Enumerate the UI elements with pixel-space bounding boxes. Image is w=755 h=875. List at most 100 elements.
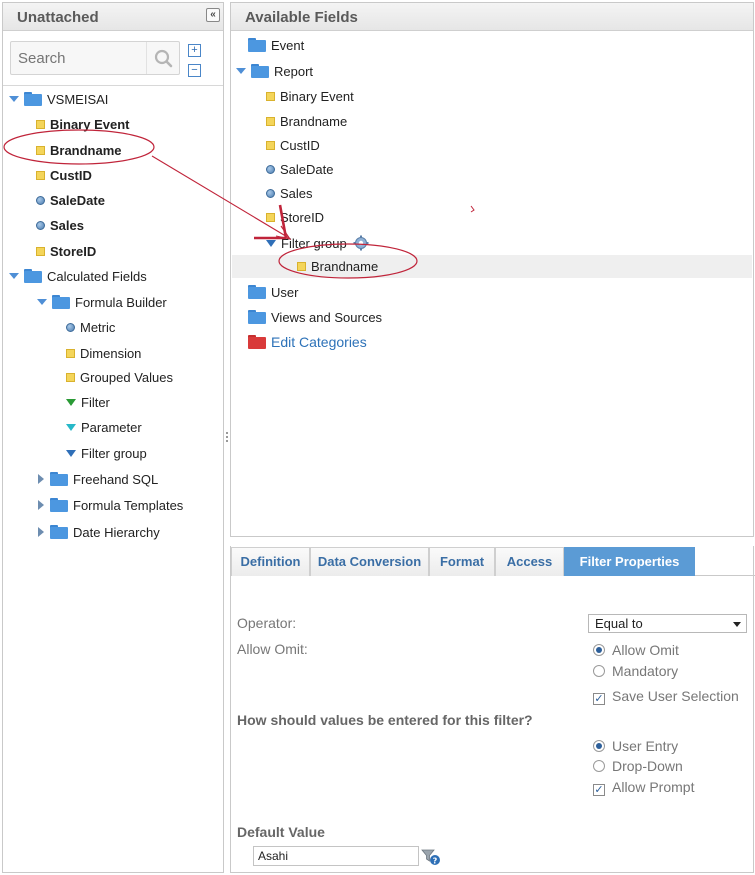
radio-selected-icon (593, 740, 605, 752)
property-tabs: Definition Data Conversion Format Access… (231, 546, 755, 576)
af-folder-event[interactable]: Event (248, 38, 304, 54)
af-item-custid[interactable]: CustID (266, 138, 320, 154)
tree-item-sales[interactable]: Sales (36, 218, 84, 234)
folder-icon (248, 310, 266, 324)
filter-icon (66, 399, 76, 406)
tab-label: Format (439, 554, 485, 569)
tree-item-label: Sales (50, 218, 84, 233)
dimension-icon (266, 117, 275, 126)
folder-icon (248, 285, 266, 299)
tree-item-metric[interactable]: Metric (66, 320, 115, 336)
tree-folder-vsmeisai[interactable]: VSMEISAI (9, 92, 108, 108)
radio-label: Drop-Down (612, 758, 683, 774)
tree-folder-freehand-sql[interactable]: Freehand SQL (38, 472, 158, 488)
folder-icon (251, 64, 269, 78)
af-item-brandname[interactable]: Brandname (266, 114, 347, 130)
unattached-panel: Unattached « + − VSMEISAI Binary Event B… (2, 2, 224, 873)
properties-panel: Definition Data Conversion Format Access… (230, 546, 755, 873)
tree-folder-calculated-fields[interactable]: Calculated Fields (9, 269, 147, 285)
checkbox-label: Allow Prompt (612, 779, 695, 795)
grouped-values-icon (66, 373, 75, 382)
available-fields-panel: Available Fields Event Report Binary Eve… (230, 2, 754, 537)
af-item-filter-group[interactable]: Filter group (266, 235, 369, 252)
tab-label: Access (506, 554, 553, 569)
expand-all-icon[interactable]: + (188, 44, 201, 57)
tree-item-brandname[interactable]: Brandname (36, 143, 122, 159)
af-folder-report[interactable]: Report (236, 64, 313, 80)
af-item-filter-group-brandname[interactable]: Brandname (297, 259, 378, 275)
filter-group-icon (66, 450, 76, 457)
tree-item-saledate[interactable]: SaleDate (36, 193, 105, 209)
filter-help-icon[interactable]: ? (421, 848, 441, 866)
allow-prompt-checkbox[interactable]: ✓ Allow Prompt (593, 779, 694, 796)
search-input[interactable] (11, 42, 146, 74)
radio-label: Mandatory (612, 663, 679, 679)
collapse-panel-icon[interactable]: « (206, 8, 220, 22)
operator-select[interactable]: Equal to (588, 614, 747, 633)
tab-label: Definition (240, 554, 301, 569)
tree-item-storeid[interactable]: StoreID (36, 244, 96, 260)
folder-label: VSMEISAI (47, 92, 109, 107)
expand-arrow-icon[interactable] (38, 474, 44, 484)
af-item-saledate[interactable]: SaleDate (266, 162, 333, 178)
tree-item-parameter[interactable]: Parameter (66, 420, 142, 436)
dimension-icon (36, 120, 45, 129)
expand-arrow-icon[interactable] (9, 273, 19, 279)
expand-arrow-icon[interactable] (236, 68, 246, 74)
mandatory-radio[interactable]: Mandatory (593, 663, 678, 679)
tree-item-label: Brandname (280, 114, 348, 129)
tab-filter-properties[interactable]: Filter Properties (564, 547, 695, 576)
gear-icon[interactable] (353, 235, 369, 251)
tree-item-filter[interactable]: Filter (66, 395, 110, 411)
allow-omit-radio[interactable]: Allow Omit (593, 642, 679, 658)
tree-item-filter-group[interactable]: Filter group (66, 446, 147, 462)
tree-item-label: Dimension (80, 346, 142, 361)
expand-arrow-icon[interactable] (38, 527, 44, 537)
af-item-binary-event[interactable]: Binary Event (266, 89, 354, 105)
tree-item-custid[interactable]: CustID (36, 168, 92, 184)
tree-folder-date-hierarchy[interactable]: Date Hierarchy (38, 525, 160, 541)
tab-access[interactable]: Access (495, 547, 564, 576)
tab-data-conversion[interactable]: Data Conversion (310, 547, 429, 576)
panel-splitter[interactable] (226, 430, 229, 446)
user-entry-radio[interactable]: User Entry (593, 738, 678, 754)
af-item-storeid[interactable]: StoreID (266, 210, 324, 226)
radio-icon (593, 665, 605, 677)
expand-arrow-icon[interactable] (38, 500, 44, 510)
folder-icon (24, 92, 42, 106)
checkbox-checked-icon: ✓ (593, 784, 605, 796)
folder-icon (248, 38, 266, 52)
drop-down-radio[interactable]: Drop-Down (593, 758, 683, 774)
tree-item-label: CustID (50, 168, 92, 183)
tab-label: Data Conversion (317, 554, 422, 569)
metric-icon (266, 189, 275, 198)
search-button[interactable] (146, 42, 179, 74)
tree-item-label: Binary Event (50, 117, 130, 132)
tree-item-dimension[interactable]: Dimension (66, 346, 141, 362)
tab-format[interactable]: Format (429, 547, 495, 576)
folder-label: User (271, 285, 299, 300)
af-folder-user[interactable]: User (248, 285, 298, 301)
tab-definition[interactable]: Definition (231, 547, 310, 576)
dimension-icon (36, 171, 45, 180)
checkbox-checked-icon: ✓ (593, 693, 605, 705)
edit-categories-link[interactable]: Edit Categories (248, 334, 367, 351)
af-folder-views-and-sources[interactable]: Views and Sources (248, 310, 382, 326)
tree-item-label: Binary Event (280, 89, 354, 104)
metric-icon (36, 221, 45, 230)
tree-item-binary-event[interactable]: Binary Event (36, 117, 129, 133)
unattached-title: Unattached (17, 9, 99, 26)
tree-folder-formula-builder[interactable]: Formula Builder (37, 295, 167, 311)
tree-item-grouped-values[interactable]: Grouped Values (66, 370, 173, 386)
save-user-selection-checkbox[interactable]: ✓ Save User Selection (593, 688, 739, 705)
collapse-all-icon[interactable]: − (188, 64, 201, 77)
folder-label: Views and Sources (271, 310, 383, 325)
af-item-sales[interactable]: Sales (266, 186, 313, 202)
default-value-input[interactable] (253, 846, 419, 866)
expand-arrow-icon[interactable] (37, 299, 47, 305)
tab-label: Filter Properties (579, 554, 680, 569)
expand-arrow-icon[interactable] (9, 96, 19, 102)
svg-text:?: ? (433, 856, 438, 865)
folder-label: Report (274, 64, 314, 79)
tree-folder-formula-templates[interactable]: Formula Templates (38, 498, 183, 514)
